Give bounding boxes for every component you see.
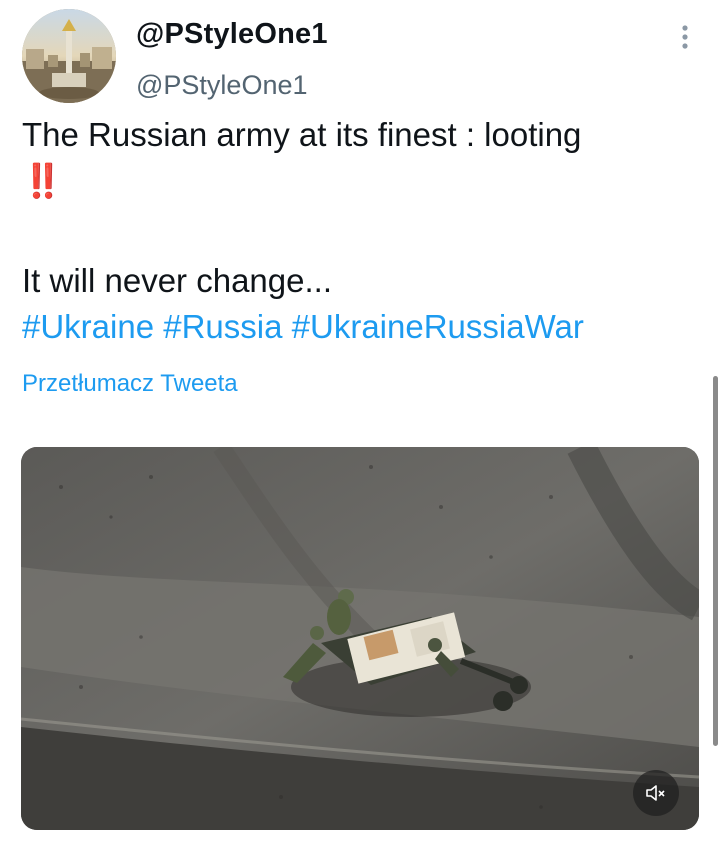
- hashtag-russia[interactable]: #Russia: [163, 308, 282, 345]
- double-exclamation-emoji: ‼️: [22, 162, 702, 200]
- speaker-muted-icon: [646, 785, 665, 801]
- avatar-image: [22, 9, 116, 103]
- vertical-dots-icon: [682, 25, 688, 49]
- more-options-button[interactable]: [668, 20, 702, 54]
- tweet-text-line-1: The Russian army at its finest : looting: [22, 116, 582, 153]
- author-handle[interactable]: @PStyleOne1: [136, 70, 308, 101]
- hashtag-list: #Ukraine #Russia #UkraineRussiaWar: [22, 308, 584, 346]
- hashtag-ukraine-russia-war[interactable]: #UkraineRussiaWar: [292, 308, 584, 345]
- translate-tweet-link[interactable]: Przetłumacz Tweeta: [22, 370, 238, 398]
- emoji-text: ‼️: [22, 162, 64, 199]
- mute-toggle-button[interactable]: [633, 770, 679, 816]
- hashtag-ukraine[interactable]: #Ukraine: [22, 308, 154, 345]
- video-frame: [21, 447, 699, 830]
- avatar[interactable]: [22, 9, 116, 103]
- scrollbar-thumb[interactable]: [713, 376, 718, 746]
- tweet-text-line-3: It will never change...: [22, 262, 332, 299]
- author-display-name[interactable]: @PStyleOne1: [136, 18, 328, 51]
- tweet-video[interactable]: [21, 447, 699, 830]
